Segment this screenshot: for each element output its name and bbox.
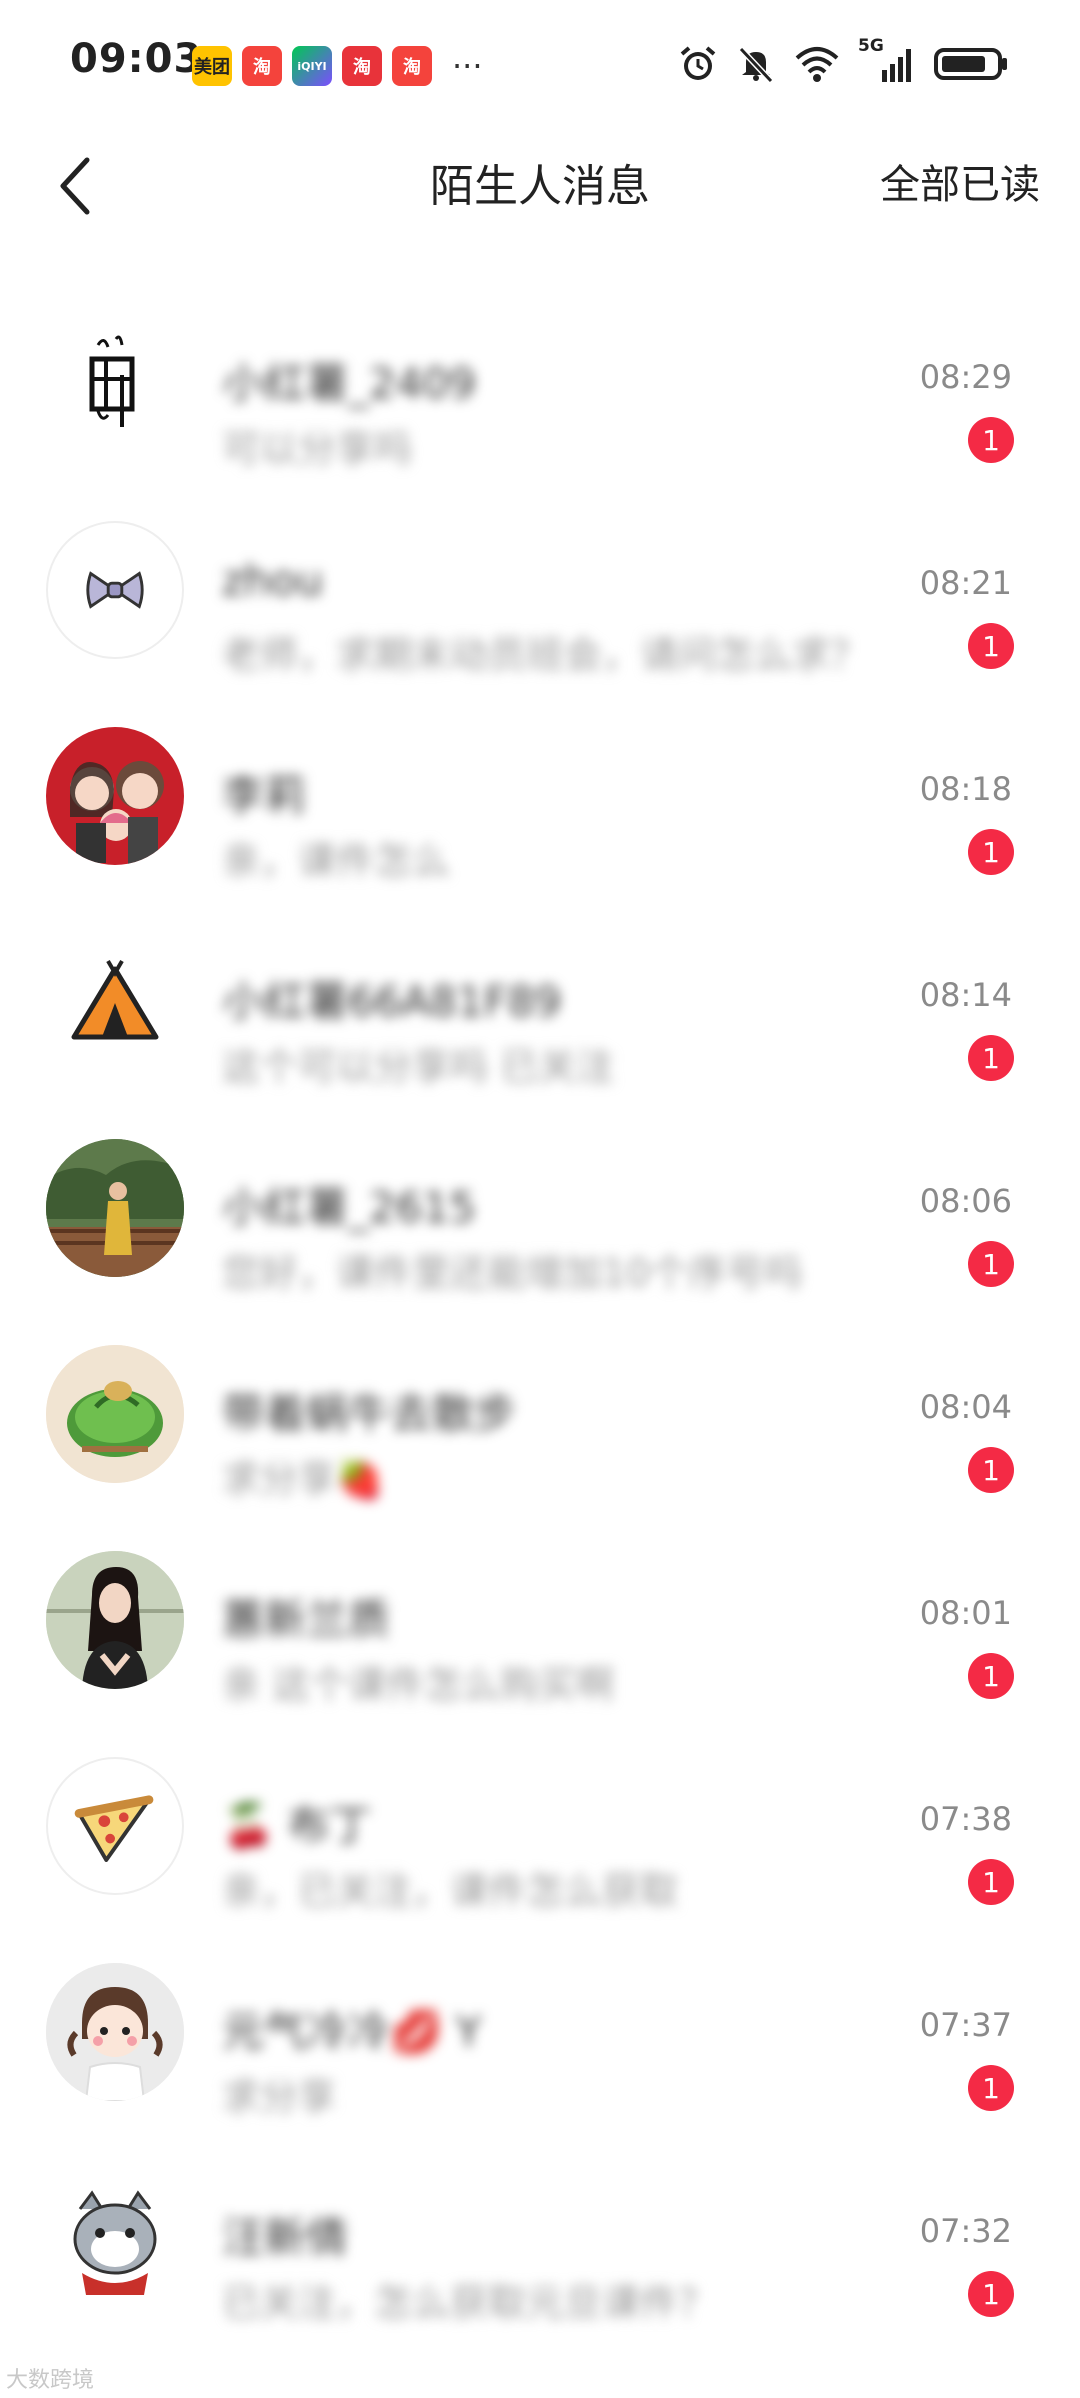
message-preview: 可以分享吗 — [222, 427, 413, 471]
message-time: 08:14 — [919, 976, 1012, 1014]
taobao-app-icon: 淘 — [242, 46, 282, 86]
message-row[interactable]: zhou 老师，求期末动员班会，请问怎么求？ 08:21 1 — [0, 476, 1080, 682]
message-time: 08:01 — [919, 1594, 1012, 1632]
sender-name: zhou — [222, 556, 323, 605]
watermark: 大数跨境 — [6, 2368, 95, 2393]
avatar[interactable] — [46, 1345, 184, 1483]
message-row[interactable]: 小红薯_2615 您好，课件里还能增加10个序号吗 08:06 1 — [0, 1094, 1080, 1300]
message-row[interactable]: 🍒 布丁 亲，已关注，课件怎么获取 07:38 1 — [0, 1712, 1080, 1918]
mark-all-read-button[interactable]: 全部已读 — [880, 152, 1040, 210]
avatar[interactable] — [46, 521, 184, 659]
message-time: 07:37 — [919, 2006, 1012, 2044]
message-time: 08:06 — [919, 1182, 1012, 1220]
sender-name: 汪新倩 — [222, 2213, 349, 2262]
outdoor-photo-icon — [46, 1139, 184, 1277]
iqiyi-app-icon: iQIYI — [292, 46, 332, 86]
stranger-message-list[interactable]: 小红薯_2409 可以分享吗 08:29 1 zhou 老师，求期末动员班会，请… — [0, 240, 1080, 2398]
message-time: 08:21 — [919, 564, 1012, 602]
message-preview: 老师，求期末动员班会，请问怎么求？ — [222, 633, 869, 677]
message-time: 08:29 — [919, 358, 1012, 396]
ink-sketch-icon — [89, 335, 135, 427]
avatar[interactable] — [46, 315, 184, 453]
sender-name: 小红薯66A81F89 — [222, 977, 562, 1026]
message-preview: 求分享🍓 — [222, 1457, 384, 1501]
message-row[interactable]: 小红薯_2409 可以分享吗 08:29 1 — [0, 270, 1080, 476]
battery-icon — [934, 48, 1007, 80]
avatar[interactable] — [46, 2169, 184, 2307]
system-status-icons: 5G — [678, 36, 1010, 84]
alarm-icon — [680, 46, 716, 80]
sender-name: 蕙新兰质 — [222, 1595, 391, 1644]
unread-badge: 1 — [968, 1653, 1014, 1699]
unread-badge: 1 — [968, 829, 1014, 875]
message-preview: 亲 这个课件怎么购买啊 — [222, 1663, 615, 1707]
message-row[interactable]: 蕙新兰质 亲 这个课件怎么购买啊 08:01 1 — [0, 1506, 1080, 1712]
unread-badge: 1 — [968, 1241, 1014, 1287]
more-notifications-icon: ··· — [452, 47, 483, 85]
wifi-icon — [795, 47, 839, 82]
pizza-icon — [74, 1795, 154, 1862]
sender-name: 带着蜗牛去散步 — [222, 1389, 517, 1438]
message-preview: 亲，课件怎么 — [222, 839, 451, 883]
message-preview: 您好，课件里还能增加10个序号吗 — [222, 1251, 803, 1295]
unread-badge: 1 — [968, 2271, 1014, 2317]
status-bar: 09:03 美团 淘 iQIYI 淘 淘 ··· 5G — [0, 0, 1080, 130]
message-row[interactable]: 汪新倩 已关注，怎么获取元旦课件？ 07:32 1 — [0, 2124, 1080, 2330]
notification-app-icons: 美团 淘 iQIYI 淘 淘 ··· — [192, 46, 483, 86]
cartoon-family-icon — [70, 761, 164, 865]
bow-icon — [86, 571, 144, 609]
status-time: 09:03 — [70, 36, 203, 82]
message-time: 08:18 — [919, 770, 1012, 808]
sender-name: 🍒 布丁 — [222, 1801, 372, 1850]
message-preview: 这个可以分享吗 已关注 — [222, 1045, 615, 1089]
avatar[interactable] — [46, 1963, 184, 2101]
unread-badge: 1 — [968, 1447, 1014, 1493]
message-row[interactable]: 元气冷冷💋 Y 求分享 07:37 1 — [0, 1918, 1080, 2124]
avatar[interactable] — [46, 1551, 184, 1689]
message-preview: 已关注，怎么获取元旦课件？ — [222, 2281, 717, 2325]
nav-bar: 陌生人消息 全部已读 — [0, 130, 1080, 240]
unread-badge: 1 — [968, 417, 1014, 463]
mute-bell-icon — [738, 46, 774, 84]
message-time: 08:04 — [919, 1388, 1012, 1426]
cake-icon — [46, 1345, 184, 1483]
unread-badge: 1 — [968, 623, 1014, 669]
unread-badge: 1 — [968, 1859, 1014, 1905]
message-time: 07:32 — [919, 2212, 1012, 2250]
avatar[interactable] — [46, 727, 184, 865]
sender-name: 小红薯_2409 — [222, 359, 476, 408]
sender-name: 李莉 — [222, 771, 307, 820]
cartoon-girl-icon — [46, 1963, 184, 2101]
sender-name: 元气冷冷💋 Y — [222, 2007, 482, 2056]
sender-name: 小红薯_2615 — [222, 1183, 476, 1232]
avatar[interactable] — [46, 1757, 184, 1895]
message-row[interactable]: 李莉 亲，课件怎么 08:18 1 — [0, 682, 1080, 888]
taobao-app-icon: 淘 — [342, 46, 382, 86]
signal-bars-icon — [882, 49, 911, 82]
hamster-icon — [73, 2190, 157, 2295]
message-time: 07:38 — [919, 1800, 1012, 1838]
avatar[interactable] — [46, 1139, 184, 1277]
message-preview: 亲，已关注，课件怎么获取 — [222, 1869, 679, 1913]
meituan-app-icon: 美团 — [192, 46, 232, 86]
message-preview: 求分享 — [222, 2075, 337, 2119]
tent-icon — [71, 959, 159, 1040]
message-row[interactable]: 带着蜗牛去散步 求分享🍓 08:04 1 — [0, 1300, 1080, 1506]
unread-badge: 1 — [968, 1035, 1014, 1081]
cellular-signal: 5G — [858, 36, 916, 84]
avatar[interactable] — [46, 933, 184, 1071]
unread-badge: 1 — [968, 2065, 1014, 2111]
message-row[interactable]: 小红薯66A81F89 这个可以分享吗 已关注 08:14 1 — [0, 888, 1080, 1094]
taobao-app-icon: 淘 — [392, 46, 432, 86]
portrait-photo-icon — [46, 1551, 184, 1689]
